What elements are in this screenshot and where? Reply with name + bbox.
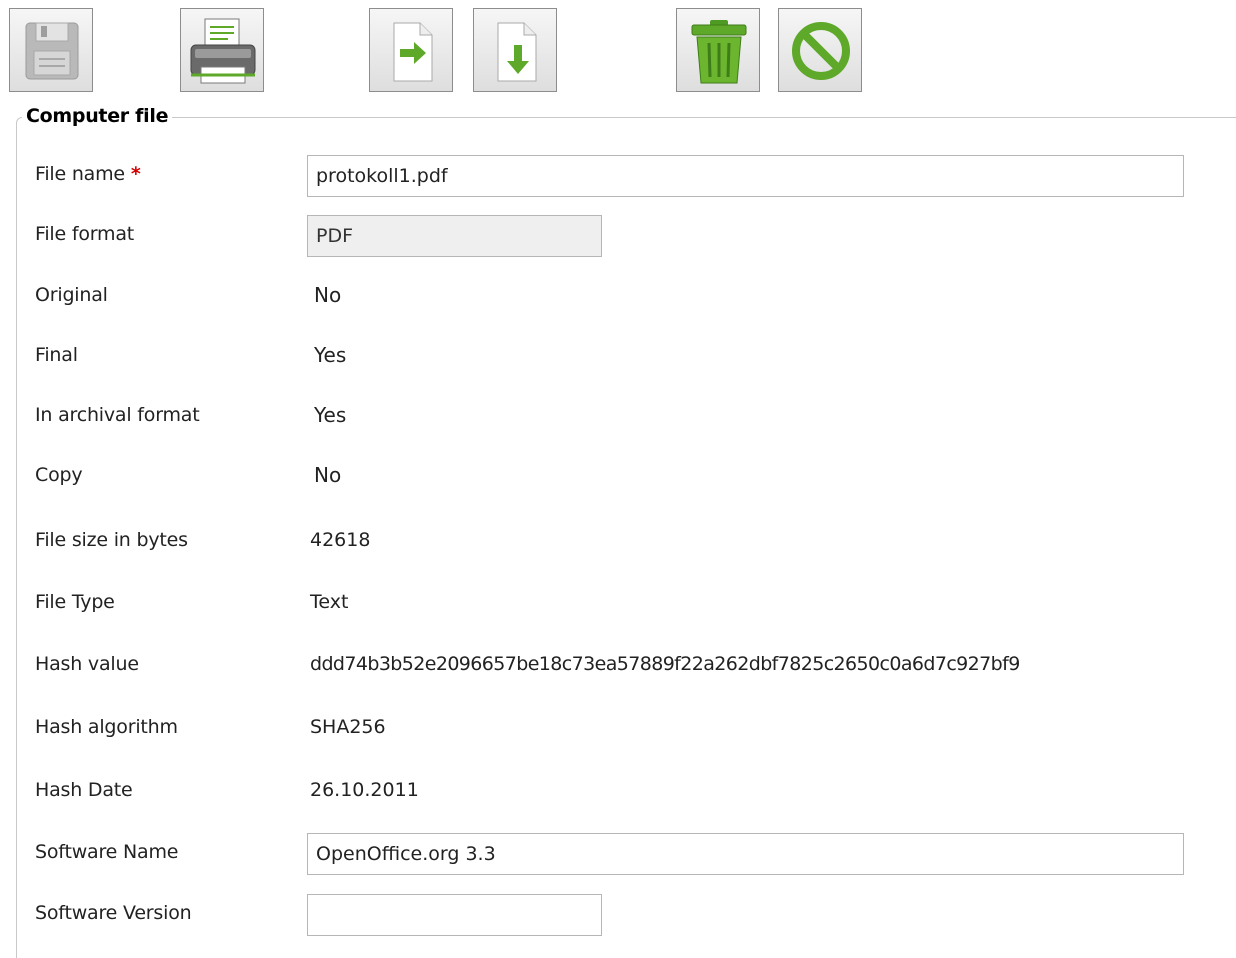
software-version-label: Software Version (35, 902, 192, 924)
archival-format-label: In archival format (35, 404, 200, 426)
save-button[interactable] (9, 8, 93, 92)
hash-value-label: Hash value (35, 653, 139, 675)
file-type-row: File Type Text (0, 580, 1236, 624)
final-row: Final Yes (0, 333, 1236, 377)
hash-value-value: ddd74b3b52e2096657be18c73ea57889f22a262d… (310, 653, 1020, 675)
file-type-value: Text (310, 591, 349, 613)
required-marker: * (130, 163, 141, 185)
hash-algorithm-label: Hash algorithm (35, 716, 178, 738)
arrow-right-icon (393, 22, 433, 82)
file-format-label: File format (35, 223, 135, 245)
floppy-disk-icon (25, 22, 79, 80)
section-title: Computer file (22, 105, 173, 127)
print-button[interactable] (180, 8, 264, 92)
hash-date-label: Hash Date (35, 779, 133, 801)
hash-date-value: 26.10.2011 (310, 779, 419, 801)
final-value: Yes (314, 343, 347, 367)
trash-icon (691, 20, 747, 84)
software-version-row: Software Version (0, 891, 1236, 936)
hash-date-row: Hash Date 26.10.2011 (0, 768, 1236, 812)
software-name-input[interactable] (307, 833, 1184, 875)
printer-icon (190, 18, 256, 84)
file-size-value: 42618 (310, 529, 371, 551)
file-size-label: File size in bytes (35, 529, 188, 551)
file-name-input[interactable] (307, 155, 1184, 197)
hash-algorithm-value: SHA256 (310, 716, 386, 738)
file-format-row: File format (0, 212, 1236, 257)
file-type-label: File Type (35, 591, 115, 613)
cancel-button[interactable] (778, 8, 862, 92)
file-size-row: File size in bytes 42618 (0, 518, 1236, 562)
download-button[interactable] (473, 8, 557, 92)
no-entry-icon (792, 22, 850, 80)
software-version-input[interactable] (307, 894, 602, 936)
original-label: Original (35, 284, 108, 306)
toolbar (0, 0, 1236, 100)
copy-label: Copy (35, 464, 83, 486)
arrow-down-icon (497, 22, 537, 82)
software-name-label: Software Name (35, 841, 179, 863)
final-label: Final (35, 344, 78, 366)
original-value: No (314, 283, 342, 307)
hash-algorithm-row: Hash algorithm SHA256 (0, 705, 1236, 749)
file-name-label: File name * (35, 163, 141, 185)
copy-row: Copy No (0, 453, 1236, 497)
archival-format-row: In archival format Yes (0, 393, 1236, 437)
original-row: Original No (0, 273, 1236, 317)
delete-button[interactable] (676, 8, 760, 92)
copy-value: No (314, 463, 342, 487)
software-name-row: Software Name (0, 830, 1236, 875)
hash-value-row: Hash value ddd74b3b52e2096657be18c73ea57… (0, 642, 1236, 686)
file-name-row: File name * (0, 152, 1236, 197)
file-format-field (307, 215, 602, 257)
next-button[interactable] (369, 8, 453, 92)
archival-format-value: Yes (314, 403, 347, 427)
